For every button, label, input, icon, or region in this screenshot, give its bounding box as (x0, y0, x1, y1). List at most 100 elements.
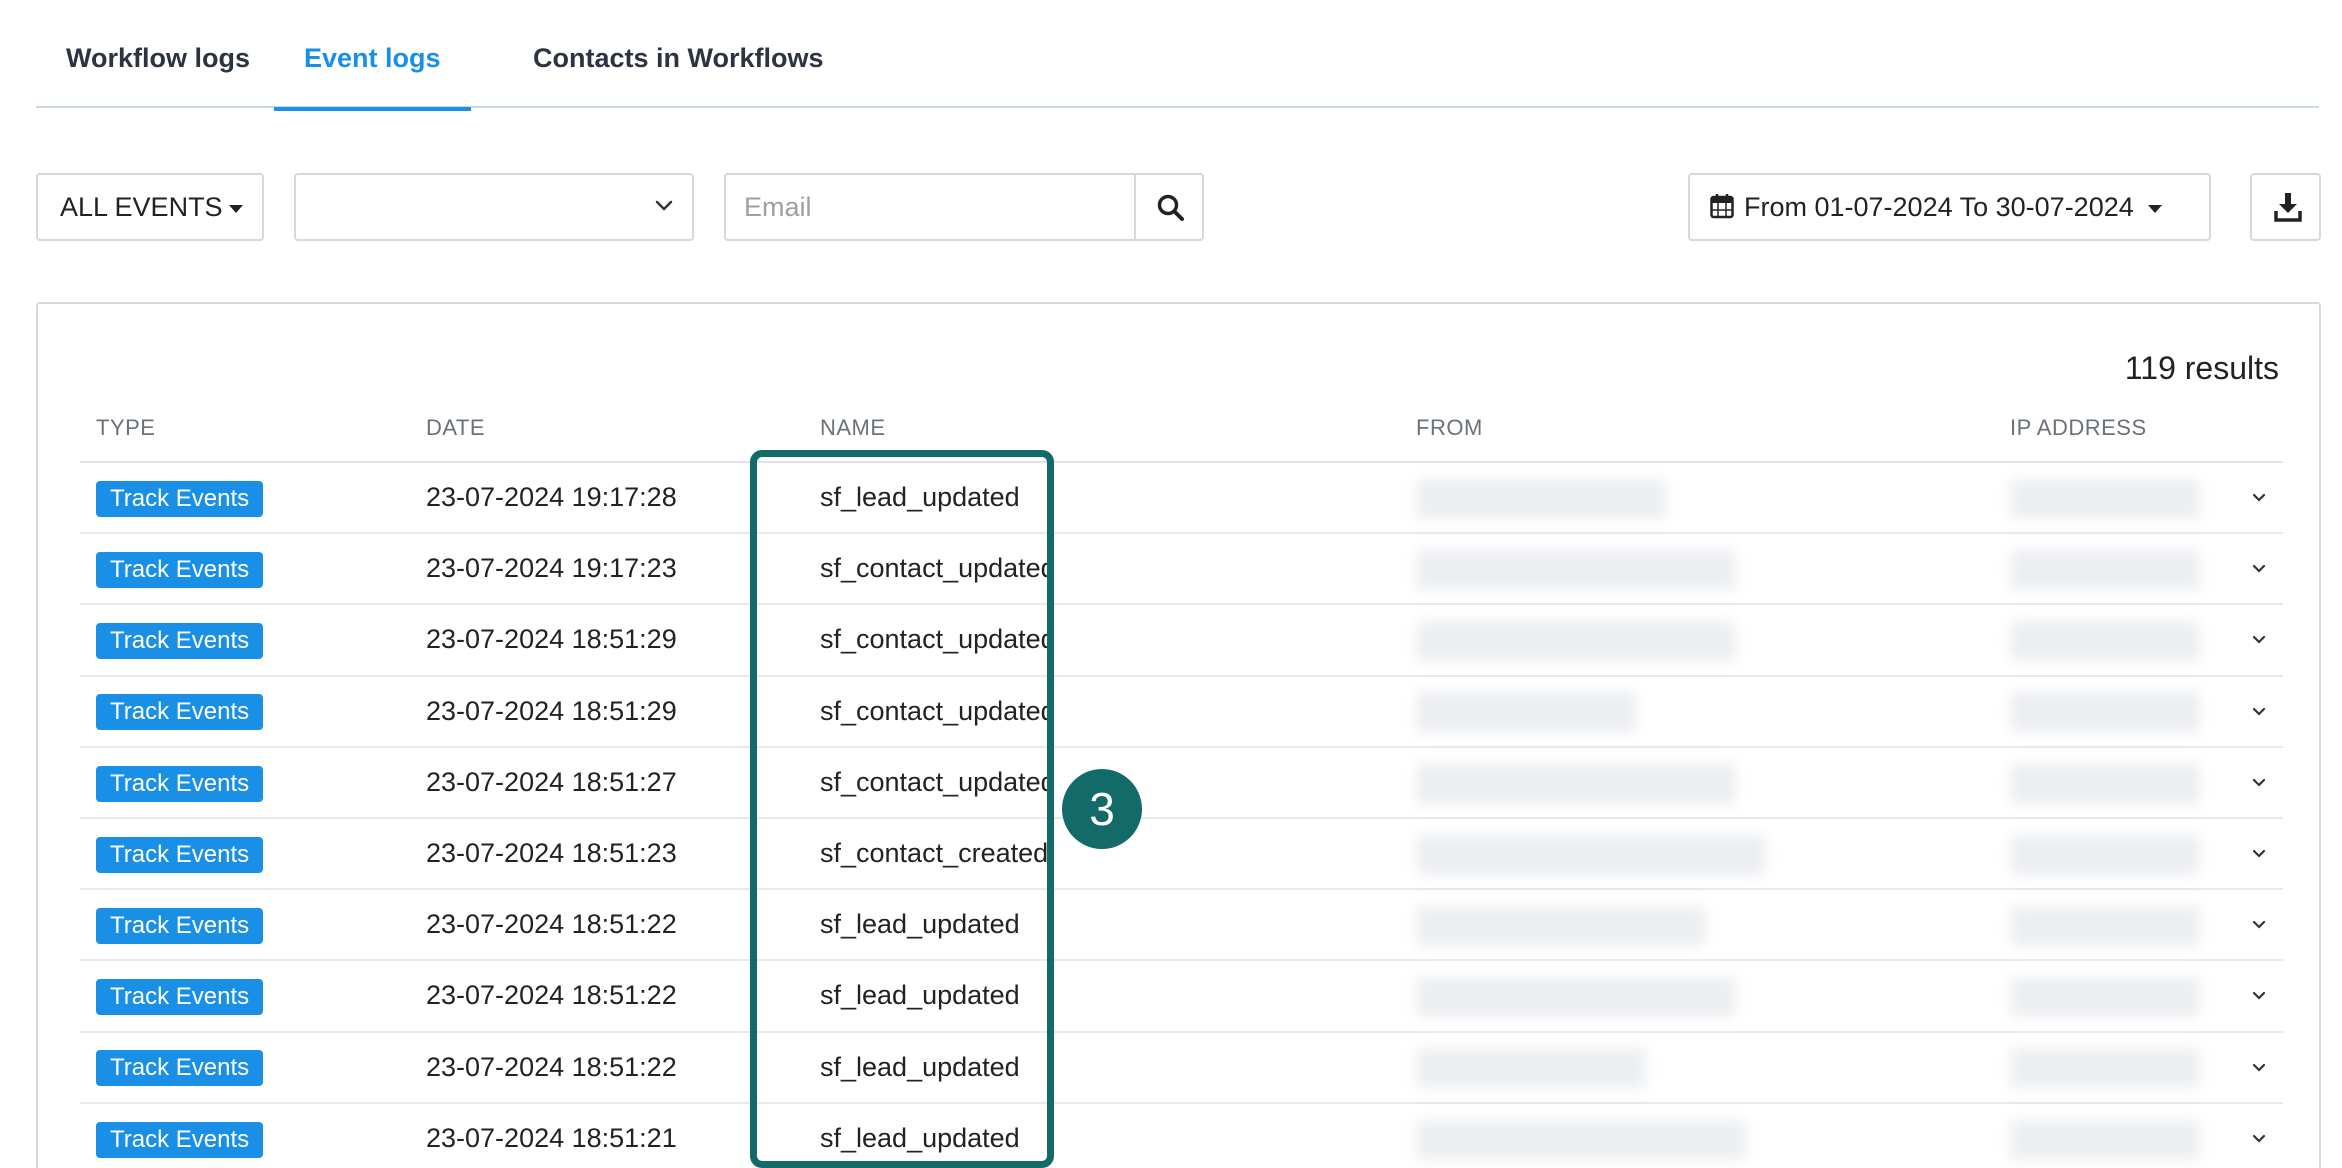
type-badge: Track Events (96, 694, 264, 731)
table-row[interactable]: Track Events 23-07-2024 19:17:23 sf_contac… (80, 534, 2283, 606)
ip-cell-redacted (2010, 1104, 2200, 1168)
expand-row-chevron-icon[interactable] (2249, 985, 2269, 1010)
event-name-cell: sf_contact_updated (820, 695, 1056, 726)
from-cell-redacted (1416, 890, 1706, 959)
table-row[interactable]: Track Events 23-07-2024 18:51:23 sf_contac… (80, 819, 2283, 891)
column-header-ip-address: IP ADDRESS (2010, 415, 2147, 440)
date-cell: 23-07-2024 19:17:28 (426, 482, 677, 512)
table-row[interactable]: Track Events 23-07-2024 18:51:27 sf_contac… (80, 748, 2283, 819)
from-cell-redacted (1416, 677, 1636, 746)
ip-cell-redacted (2010, 534, 2200, 603)
date-cell: 23-07-2024 18:51:23 (426, 837, 677, 868)
download-icon (2274, 193, 2302, 222)
date-range-picker[interactable]: From 01-07-2024 To 30-07-2024 (1688, 173, 2211, 241)
search-icon (1157, 194, 1184, 221)
caret-down-icon (2147, 204, 2162, 213)
expand-row-chevron-icon[interactable] (2249, 701, 2269, 726)
from-cell-redacted (1416, 819, 1766, 888)
table-row[interactable]: Track Events 23-07-2024 18:51:29 sf_contac… (80, 677, 2283, 748)
type-cell: Track Events (96, 677, 264, 746)
email-search-input[interactable] (724, 173, 1136, 241)
type-badge: Track Events (96, 765, 264, 802)
event-name-cell: sf_lead_updated (820, 980, 1020, 1011)
date-cell: 23-07-2024 18:51:29 (426, 624, 677, 655)
event-logs-panel: 119 results TYPE DATE NAME FROM IP ADDRE… (36, 302, 2321, 1168)
calendar-icon (1710, 194, 1734, 219)
events-filter-dropdown[interactable]: ALL EVENTS (36, 173, 264, 241)
tab-event-logs[interactable]: Event logs (274, 0, 471, 111)
search-button[interactable] (1134, 173, 1204, 241)
type-badge: Track Events (96, 552, 264, 589)
expand-row-chevron-icon[interactable] (2249, 914, 2269, 939)
from-cell-redacted (1416, 961, 1736, 1030)
tab-contacts-in-workflows[interactable]: Contacts in Workflows (503, 0, 854, 108)
ip-cell-redacted (2010, 1033, 2200, 1102)
type-cell: Track Events (96, 534, 264, 603)
table-row[interactable]: Track Events 23-07-2024 18:51:29 sf_contac… (80, 605, 2283, 677)
ip-cell-redacted (2010, 605, 2200, 674)
chevron-down-icon (654, 191, 674, 228)
type-badge: Track Events (96, 908, 264, 944)
type-badge: Track Events (96, 836, 264, 873)
type-cell: Track Events (96, 961, 264, 1030)
date-cell: 23-07-2024 18:51:29 (426, 695, 677, 726)
column-header-type: TYPE (96, 415, 156, 440)
column-header-date: DATE (426, 415, 486, 440)
expand-row-chevron-icon[interactable] (2249, 843, 2269, 868)
tab-workflow-logs[interactable]: Workflow logs (36, 0, 280, 108)
step-marker: 3 (1062, 769, 1142, 849)
from-cell-redacted (1416, 1033, 1646, 1102)
date-cell: 23-07-2024 18:51:22 (426, 1051, 677, 1082)
expand-row-chevron-icon[interactable] (2249, 1057, 2269, 1082)
events-filter-label: ALL EVENTS (60, 192, 223, 222)
type-badge: Track Events (96, 979, 264, 1016)
event-name-cell: sf_lead_updated (820, 482, 1020, 512)
expand-row-chevron-icon[interactable] (2249, 1128, 2269, 1153)
event-name-cell: sf_lead_updated (820, 909, 1020, 940)
ip-cell-redacted (2010, 819, 2200, 888)
event-name-cell: sf_contact_updated (820, 553, 1056, 584)
type-badge: Track Events (96, 480, 264, 517)
results-count: 119 results (2124, 350, 2279, 386)
from-cell-redacted (1416, 605, 1736, 674)
expand-row-chevron-icon[interactable] (2249, 629, 2269, 654)
event-name-cell: sf_lead_updated (820, 1051, 1020, 1082)
table-row[interactable]: Track Events 23-07-2024 18:51:22 sf_lead_u… (80, 1033, 2283, 1104)
type-badge: Track Events (96, 623, 264, 660)
table-row[interactable]: Track Events 23-07-2024 19:17:28 sf_lead_u… (80, 463, 2283, 535)
type-cell: Track Events (96, 748, 264, 817)
table-header: TYPE DATE NAME FROM IP ADDRESS (80, 407, 2283, 463)
date-range-label: From 01-07-2024 To 30-07-2024 (1744, 192, 2134, 222)
type-badge: Track Events (96, 1121, 264, 1158)
from-cell-redacted (1416, 1104, 1746, 1168)
date-cell: 23-07-2024 19:17:23 (426, 553, 677, 584)
date-cell: 23-07-2024 18:51:22 (426, 980, 677, 1011)
table-row[interactable]: Track Events 23-07-2024 18:51:21 sf_lead_u… (80, 1104, 2283, 1168)
from-cell-redacted (1416, 463, 1666, 532)
table-row[interactable]: Track Events 23-07-2024 18:51:22 sf_lead_u… (80, 961, 2283, 1033)
event-name-select[interactable] (294, 173, 694, 241)
type-cell: Track Events (96, 819, 264, 888)
expand-row-chevron-icon[interactable] (2249, 772, 2269, 797)
from-cell-redacted (1416, 748, 1736, 817)
type-cell: Track Events (96, 1104, 264, 1168)
table-row[interactable]: Track Events 23-07-2024 18:51:22 sf_lead_u… (80, 890, 2283, 962)
ip-cell-redacted (2010, 677, 2200, 746)
ip-cell-redacted (2010, 961, 2200, 1030)
expand-row-chevron-icon[interactable] (2249, 558, 2269, 583)
date-cell: 23-07-2024 18:51:27 (426, 766, 677, 797)
event-name-cell: sf_contact_updated (820, 766, 1056, 797)
type-cell: Track Events (96, 463, 264, 532)
expand-row-chevron-icon[interactable] (2249, 487, 2269, 512)
type-badge: Track Events (96, 1050, 264, 1087)
from-cell-redacted (1416, 534, 1736, 603)
download-button[interactable] (2250, 173, 2321, 241)
ip-cell-redacted (2010, 463, 2200, 532)
date-cell: 23-07-2024 18:51:21 (426, 1122, 677, 1153)
ip-cell-redacted (2010, 890, 2200, 959)
event-name-cell: sf_contact_updated (820, 624, 1056, 655)
column-header-name: NAME (820, 415, 886, 440)
type-cell: Track Events (96, 1033, 264, 1102)
date-cell: 23-07-2024 18:51:22 (426, 909, 677, 940)
column-header-from: FROM (1416, 415, 1483, 440)
